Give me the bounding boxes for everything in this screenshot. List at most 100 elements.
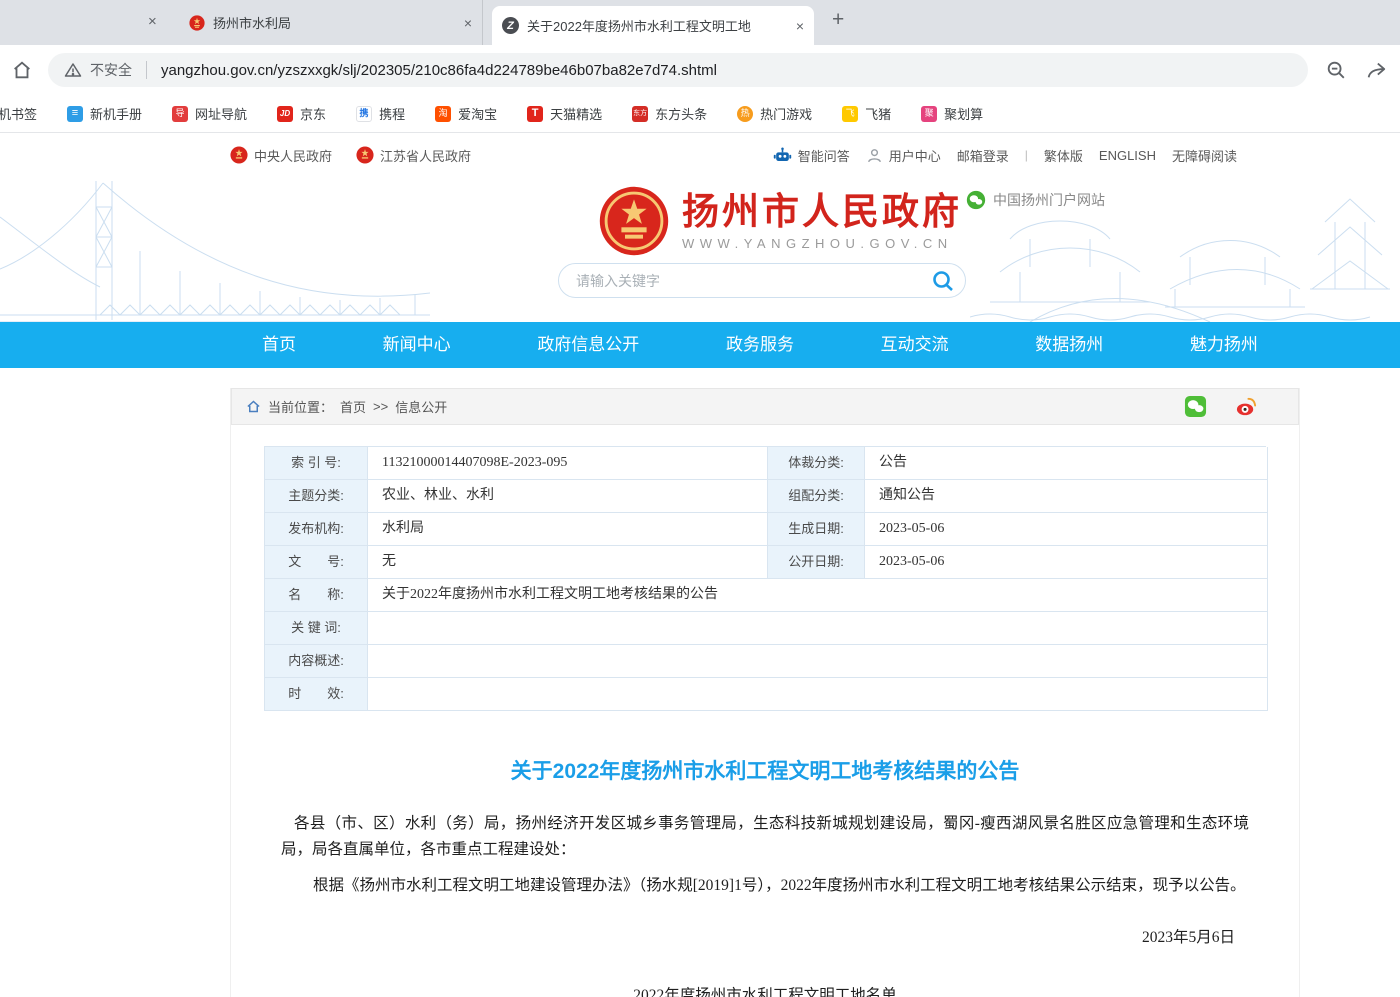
nav-item-info-disclosure[interactable]: 政府信息公开 (537, 322, 639, 368)
robot-icon (773, 146, 792, 165)
portal-link[interactable]: 中国扬州门户网站 (966, 190, 1105, 210)
meta-label: 组配分类: (768, 480, 865, 513)
accessibility-link[interactable]: 无障碍阅读 (1172, 146, 1237, 165)
meta-value-agency: 水利局 (368, 513, 768, 546)
meta-label: 关 键 词: (265, 612, 368, 645)
mail-login-link[interactable]: 邮箱登录 (957, 146, 1009, 165)
bookmark-label: 热门游戏 (760, 104, 812, 123)
article-date: 2023年5月6日 (281, 925, 1249, 947)
site-domain: WWW.YANGZHOU.GOV.CN (682, 236, 962, 251)
tab-yangzhou-water-bureau[interactable]: 扬州市水利局 × (178, 0, 483, 45)
article-title: 关于2022年度扬州市水利工程文明工地考核结果的公告 (281, 755, 1249, 785)
breadcrumb-prefix: 当前位置： (268, 397, 333, 416)
link-central-government[interactable]: 中央人民政府 (230, 146, 332, 165)
article-list-title: 2022年度扬州市水利工程文明工地名单 (281, 983, 1249, 997)
url-text[interactable]: yangzhou.gov.cn/yzszxxgk/slj/202305/210c… (161, 62, 717, 79)
zoom-out-icon[interactable] (1324, 58, 1348, 82)
bookmark-item[interactable]: JD 京东 (277, 104, 326, 123)
bookmark-item[interactable]: 热 热门游戏 (737, 104, 812, 123)
site-nav-icon: 导 (172, 106, 188, 122)
nav-item-interaction[interactable]: 互动交流 (881, 322, 949, 368)
nav-item-data[interactable]: 数据扬州 (1035, 322, 1103, 368)
home-icon[interactable] (10, 58, 34, 82)
bookmark-item[interactable]: 机书签 (0, 104, 37, 123)
wechat-share-icon[interactable] (1184, 395, 1207, 418)
bookmark-item[interactable]: 携 携程 (356, 104, 405, 123)
jd-icon: JD (277, 106, 293, 122)
wechat-icon (966, 190, 986, 210)
close-icon[interactable]: × (796, 18, 804, 34)
meta-label: 索 引 号: (265, 447, 368, 480)
bookmark-item[interactable]: 导 网址导航 (172, 104, 247, 123)
weibo-share-icon[interactable] (1235, 395, 1258, 418)
close-icon[interactable]: × (148, 13, 157, 30)
divider (146, 61, 147, 79)
breadcrumb-current[interactable]: 信息公开 (395, 397, 447, 416)
fliggy-icon: 飞 (842, 106, 858, 122)
search-input[interactable] (559, 273, 929, 289)
bridge-art-left (0, 177, 430, 322)
breadcrumb-separator: >> (373, 399, 388, 414)
meta-label: 生成日期: (768, 513, 865, 546)
article-paragraph: 根据《扬州市水利工程文明工地建设管理办法》（扬水规[2019]1号），2022年… (281, 873, 1249, 899)
site-logo[interactable]: 扬州市人民政府 WWW.YANGZHOU.GOV.CN (598, 185, 962, 257)
taobao-icon: 淘 (435, 106, 451, 122)
ctrip-icon: 携 (356, 106, 372, 122)
breadcrumb-home-link[interactable]: 首页 (340, 397, 366, 416)
national-emblem-icon (356, 146, 374, 164)
bookmark-item[interactable]: 东方 东方头条 (632, 104, 707, 123)
meta-value-validity (368, 678, 1268, 711)
traditional-chinese-link[interactable]: 繁体版 (1044, 146, 1083, 165)
meta-value-index-number: 11321000014407098E-2023-095 (368, 447, 768, 480)
nav-item-services[interactable]: 政务服务 (726, 322, 794, 368)
meta-label: 名 称: (265, 579, 368, 612)
share-icon[interactable] (1364, 58, 1388, 82)
gov-link-label: 中央人民政府 (254, 146, 332, 165)
nav-item-news[interactable]: 新闻中心 (383, 322, 451, 368)
english-link[interactable]: ENGLISH (1099, 148, 1156, 163)
bookmark-label: 飞猪 (865, 104, 891, 123)
national-emblem-favicon-icon (188, 14, 205, 31)
meta-value-category: 通知公告 (865, 480, 1268, 513)
home-icon (246, 399, 261, 414)
bookmark-label: 机书签 (0, 104, 37, 123)
bookmark-label: 爱淘宝 (458, 104, 497, 123)
address-bar[interactable]: 不安全 yangzhou.gov.cn/yzszxxgk/slj/202305/… (48, 53, 1308, 87)
bookmarks-bar: 机书签 ≡ 新机手册 导 网址导航 JD 京东 携 携程 淘 爱淘宝 T 天猫精… (0, 95, 1400, 133)
bookmark-label: 天猫精选 (550, 104, 602, 123)
user-center-link[interactable]: 用户中心 (866, 146, 941, 165)
new-tab-button[interactable]: + (832, 8, 844, 32)
bookmark-item[interactable]: 聚 聚划算 (921, 104, 983, 123)
national-emblem-icon (230, 146, 248, 164)
user-center-label: 用户中心 (889, 146, 941, 165)
portal-label: 中国扬州门户网站 (993, 190, 1105, 210)
bookmark-item[interactable]: 飞 飞猪 (842, 104, 891, 123)
nav-item-charm[interactable]: 魅力扬州 (1190, 322, 1258, 368)
tab-announcement-active[interactable]: Z 关于2022年度扬州市水利工程文明工地 × (492, 6, 814, 45)
meta-value-doc-number: 无 (368, 546, 768, 579)
meta-value-genre: 公告 (865, 447, 1268, 480)
security-label[interactable]: 不安全 (90, 60, 132, 80)
bookmark-label: 网址导航 (195, 104, 247, 123)
nav-item-home[interactable]: 首页 (262, 322, 296, 368)
meta-value-title: 关于2022年度扬州市水利工程文明工地考核结果的公告 (368, 579, 1268, 612)
games-icon: 热 (737, 106, 753, 122)
meta-value-keywords (368, 612, 1268, 645)
meta-label: 文 号: (265, 546, 368, 579)
bookmark-item[interactable]: 淘 爱淘宝 (435, 104, 497, 123)
close-icon[interactable]: × (464, 15, 472, 31)
bookmark-label: 携程 (379, 104, 405, 123)
tmall-icon: T (527, 106, 543, 122)
meta-label: 时 效: (265, 678, 368, 711)
tab-title: 关于2022年度扬州市水利工程文明工地 (527, 16, 788, 35)
bookmark-label: 京东 (300, 104, 326, 123)
link-jiangsu-government[interactable]: 江苏省人民政府 (356, 146, 471, 165)
smart-qa-link[interactable]: 智能问答 (773, 146, 850, 165)
bookmark-item[interactable]: T 天猫精选 (527, 104, 602, 123)
search-icon[interactable] (929, 267, 957, 295)
gov-link-label: 江苏省人民政府 (380, 146, 471, 165)
tab-strip: × 扬州市水利局 × Z 关于2022年度扬州市水利工程文明工地 × + (0, 0, 1400, 45)
meta-label: 发布机构: (265, 513, 368, 546)
bookmark-item[interactable]: ≡ 新机手册 (67, 104, 142, 123)
gov-top-bar: 中央人民政府 江苏省人民政府 智能问答 用户中心 邮箱登录 | (0, 133, 1400, 177)
